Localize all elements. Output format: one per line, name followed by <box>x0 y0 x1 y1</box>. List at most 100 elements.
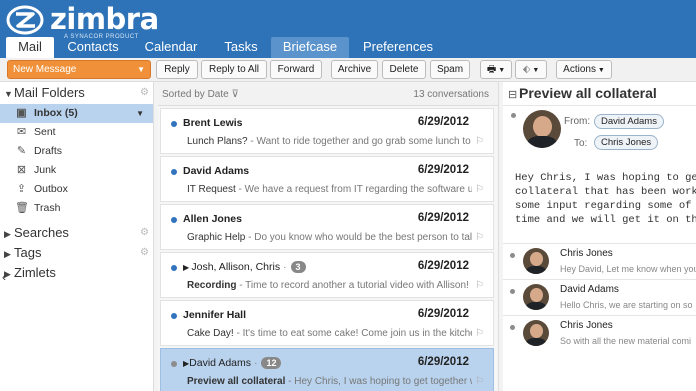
delete-button[interactable]: Delete <box>382 60 426 79</box>
message-date: 6/29/2012 <box>417 212 469 224</box>
actions-label: Actions <box>563 64 596 75</box>
flag-icon[interactable]: ⚐ <box>475 280 484 291</box>
sidebar-item-drafts[interactable]: ✎ Drafts <box>0 142 153 161</box>
filter-icon: ⊽ <box>231 89 239 100</box>
forward-button[interactable]: Forward <box>270 60 322 79</box>
sidebar-item-sent[interactable]: ✉ Sent <box>0 123 153 142</box>
sidebar-item-junk[interactable]: ⊠ Junk <box>0 161 153 180</box>
conversation-item[interactable]: Chris Jones So with all the new material… <box>503 315 696 351</box>
outbox-label: Outbox <box>34 183 68 195</box>
conversation-sender: Chris Jones <box>560 248 613 259</box>
avatar <box>523 110 561 148</box>
collapse-icon[interactable]: ⊟ <box>508 88 517 101</box>
read-dot-icon <box>511 113 516 118</box>
sidebar-item-outbox[interactable]: ⇪ Outbox <box>0 180 153 199</box>
actions-button[interactable]: Actions ▼ <box>556 60 612 79</box>
message-subject: Graphic Help <box>187 232 246 243</box>
list-item[interactable]: ▶ Josh, Allison, Chris · 3 6/29/2012 Reco… <box>160 252 494 298</box>
message-date: 6/29/2012 <box>417 308 469 320</box>
from-label: From: <box>564 116 591 127</box>
list-header: Sorted by Date ⊽ 13 conversations <box>158 82 498 106</box>
sort-label: Sorted by Date <box>162 89 229 100</box>
message-date: 6/29/2012 <box>417 116 469 128</box>
avatar <box>523 320 549 346</box>
message-count-badge: 12 <box>261 357 282 369</box>
reply-all-button[interactable]: Reply to All <box>201 60 267 79</box>
new-message-button[interactable]: New Message ▼ <box>7 60 151 79</box>
spam-button[interactable]: Spam <box>430 60 470 79</box>
message-subject: Cake Day! <box>187 328 234 339</box>
flag-icon[interactable]: ⚐ <box>475 232 484 243</box>
list-item[interactable]: David Adams 6/29/2012 IT Request - We ha… <box>160 156 494 202</box>
unread-dot-icon <box>171 169 177 175</box>
flag-icon[interactable]: ⚐ <box>475 184 484 195</box>
to-contact-pill[interactable]: Chris Jones <box>594 135 659 150</box>
zimbra-swirl-icon <box>6 5 44 35</box>
message-date: 6/29/2012 <box>417 164 469 176</box>
tab-briefcase[interactable]: Briefcase <box>271 37 349 58</box>
archive-button[interactable]: Archive <box>331 60 378 79</box>
unread-dot-icon <box>171 121 177 127</box>
message-fragment: - Do you know who would be the best pers… <box>245 232 472 243</box>
gear-icon[interactable]: ⚙ <box>140 247 149 258</box>
sent-icon: ✉ <box>16 126 27 138</box>
flag-icon[interactable]: ⚐ <box>475 136 484 147</box>
sidebar-item-inbox[interactable]: ▣ Inbox (5) ▼ <box>0 104 153 123</box>
drafts-icon: ✎ <box>16 145 27 157</box>
flag-icon[interactable]: ⚐ <box>475 376 484 387</box>
scroll-left-icon[interactable]: ‹ <box>2 270 6 284</box>
list-item-selected[interactable]: ▶David Adams · 12 6/29/2012 Preview all c… <box>160 348 494 391</box>
message-sender: Jennifer Hall <box>183 309 247 321</box>
message-sender: Allen Jones <box>183 213 242 225</box>
from-contact-pill[interactable]: David Adams <box>594 114 664 129</box>
sidebar-item-trash[interactable]: 🗑 Trash <box>0 199 153 218</box>
tab-tasks[interactable]: Tasks <box>216 37 266 58</box>
sidebar: ▼Mail Folders ⚙ ▣ Inbox (5) ▼ ✉ Sent ✎ D… <box>0 82 153 391</box>
mail-folders-header[interactable]: ▼Mail Folders <box>4 85 85 100</box>
list-item[interactable]: Allen Jones 6/29/2012 Graphic Help - Do … <box>160 204 494 250</box>
conversation-fragment: Hey David, Let me know when you <box>560 264 696 274</box>
flag-icon[interactable]: ⚐ <box>475 328 484 339</box>
zimlets-label: Zimlets <box>14 265 56 280</box>
conversation-sender: David Adams <box>560 284 619 295</box>
reply-button[interactable]: Reply <box>156 60 198 79</box>
chevron-down-icon: ▼ <box>496 67 506 74</box>
read-dot-icon <box>510 253 515 258</box>
searches-header[interactable]: ▶ Searches <box>4 225 69 240</box>
tab-contacts[interactable]: Contacts <box>60 37 126 58</box>
message-fragment: - Hey Chris, I was hoping to get togethe… <box>285 376 472 387</box>
printer-icon: 🖶 <box>486 64 497 75</box>
conversation-item[interactable]: David Adams Hello Chris, we are starting… <box>503 279 696 315</box>
sender-names: David Adams <box>189 357 252 369</box>
message-count-badge: 3 <box>290 261 306 273</box>
read-dot-icon <box>510 325 515 330</box>
chevron-down-icon[interactable]: ▼ <box>136 104 144 123</box>
list-item[interactable]: Jennifer Hall 6/29/2012 Cake Day! - It's… <box>160 300 494 346</box>
conversation-item[interactable]: Chris Jones Hey David, Let me know when … <box>503 243 696 279</box>
collapsed-triangle-icon: ▶ <box>4 229 11 239</box>
chevron-down-icon[interactable]: ▼ <box>137 61 145 78</box>
zimbra-logo[interactable]: zimbra A SYNACOR PRODUCT <box>6 2 159 40</box>
gear-icon[interactable]: ⚙ <box>140 87 149 98</box>
tag-button[interactable]: ⬖ ▼ <box>515 60 547 79</box>
list-item[interactable]: Brent Lewis 6/29/2012 Lunch Plans? - Wan… <box>160 108 494 154</box>
sender-names: Josh, Allison, Chris <box>191 261 281 273</box>
message-fragment: - We have a request from IT regarding th… <box>235 184 473 195</box>
app-header: zimbra A SYNACOR PRODUCT Mail Contacts C… <box>0 0 696 58</box>
reading-pane: ⊟ Preview all collateral From: David Ada… <box>503 82 696 391</box>
gear-icon[interactable]: ⚙ <box>140 227 149 238</box>
tags-header[interactable]: ▶ Tags <box>4 245 41 260</box>
trash-icon: 🗑 <box>15 202 29 214</box>
tab-calendar[interactable]: Calendar <box>138 37 204 58</box>
tab-mail[interactable]: Mail <box>6 37 54 58</box>
print-button[interactable]: 🖶 ▼ <box>480 60 512 79</box>
tab-preferences[interactable]: Preferences <box>355 37 441 58</box>
sort-control[interactable]: Sorted by Date ⊽ <box>162 89 239 100</box>
tags-label: Tags <box>14 245 42 260</box>
conversation-fragment: Hello Chris, we are starting on so <box>560 300 693 310</box>
junk-icon: ⊠ <box>16 164 27 176</box>
message-title: Preview all collateral <box>519 85 657 101</box>
zimlets-header[interactable]: ▶ Zimlets <box>4 265 56 280</box>
message-fragment: - Time to record another a tutorial vide… <box>236 280 472 291</box>
read-dot-icon <box>171 361 177 367</box>
